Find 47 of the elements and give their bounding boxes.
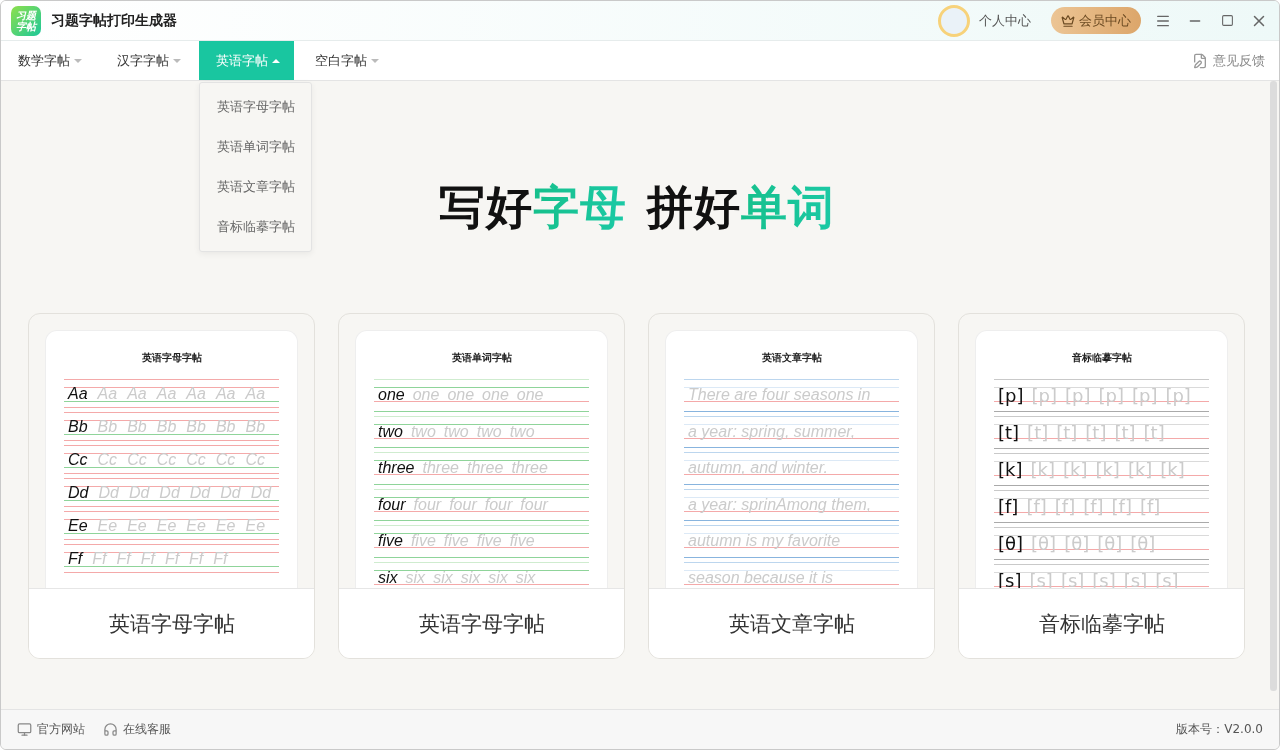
- sample-text: three: [378, 458, 415, 479]
- sheet-title: 英语文章字帖: [761, 351, 822, 365]
- sample-text: [f]: [998, 496, 1019, 517]
- crown-icon: [1061, 13, 1075, 28]
- nav-tab[interactable]: 汉字字帖: [100, 41, 195, 80]
- dropdown-item[interactable]: 音标临摹字帖: [200, 207, 311, 247]
- card-caption: 英语文章字帖: [649, 588, 934, 658]
- sample-text: Cc: [68, 449, 88, 470]
- card-caption: 英语字母字帖: [339, 588, 624, 658]
- footer-link[interactable]: 在线客服: [103, 721, 171, 738]
- sample-text: Ee: [68, 515, 88, 536]
- sheet-title: 英语单词字帖: [451, 351, 512, 365]
- sheet-title: 音标临摹字帖: [1071, 351, 1132, 365]
- app-logo: 习题 字帖: [11, 5, 41, 36]
- hero-heading: 写好字母 拼好单词: [438, 179, 835, 236]
- dropdown-item[interactable]: 英语文章字帖: [200, 167, 311, 207]
- sample-text: Dd: [68, 482, 89, 503]
- feedback-link[interactable]: 意见反馈: [1192, 41, 1265, 80]
- sample-text: Bb: [68, 416, 88, 437]
- version-label: 版本号：V2.0.0: [1176, 721, 1263, 738]
- dropdown-item[interactable]: 英语单词字帖: [200, 127, 311, 167]
- monitor-icon: [17, 722, 32, 737]
- sample-text: one: [378, 385, 405, 406]
- sample-text: six: [378, 567, 398, 588]
- personal-center-link[interactable]: 个人中心: [979, 11, 1031, 30]
- card-caption: 音标临摹字帖: [959, 588, 1244, 658]
- sample-text: [t]: [998, 422, 1020, 443]
- sample-text: [k]: [998, 459, 1023, 480]
- dropdown-item[interactable]: 英语字母字帖: [200, 87, 311, 127]
- sheet-title: 英语字母字帖: [141, 351, 202, 365]
- sample-text: [p]: [998, 385, 1024, 406]
- sample-text: two: [378, 421, 403, 442]
- nav-tab[interactable]: 数学字帖: [1, 41, 96, 80]
- sample-text: five: [378, 531, 403, 552]
- sample-text: four: [378, 494, 406, 515]
- headset-icon: [103, 722, 118, 737]
- scrollbar[interactable]: [1270, 81, 1277, 691]
- sample-text: Aa: [68, 383, 88, 404]
- app-title: 习题字帖打印生成器: [51, 11, 177, 30]
- vip-button[interactable]: 会员中心: [1051, 7, 1141, 34]
- sample-text: Ff: [68, 548, 83, 569]
- sample-text: [s]: [998, 570, 1022, 588]
- nav-tab[interactable]: 空白字帖: [298, 41, 393, 80]
- card-caption: 英语字母字帖: [29, 588, 314, 658]
- sample-text: [θ]: [998, 533, 1024, 554]
- footer-link[interactable]: 官方网站: [17, 721, 85, 738]
- edit-note-icon: [1192, 52, 1208, 69]
